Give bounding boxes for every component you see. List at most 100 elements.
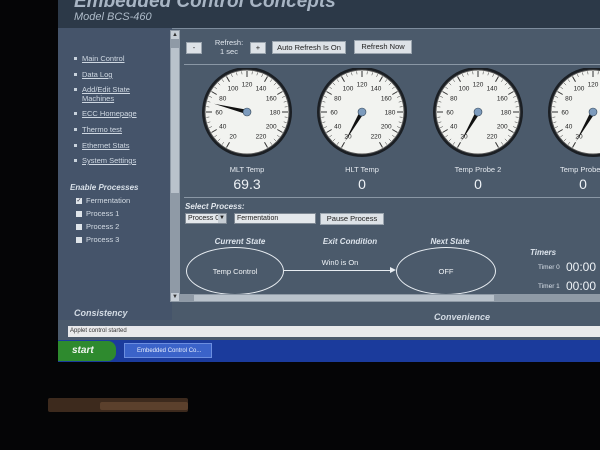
gauge-tick-label: 60 [561,110,569,117]
process-3[interactable]: Process 3 [76,235,119,244]
status-bar: Applet control started [68,326,600,337]
main-panel: - Refresh: 1 sec + Auto Refresh Is On Re… [180,30,600,302]
next-state-value: OFF [438,266,454,276]
refresh-decrease-button[interactable]: - [186,42,202,54]
gauge-tick-label: 160 [381,96,392,103]
gauge-hub [242,107,252,117]
process-select[interactable]: Process 0 ▼ [185,213,227,224]
gauge-tick-label: 220 [371,134,382,141]
separator [184,197,600,198]
gauge-label-probe2: Temp Probe 2 [454,165,502,174]
scrollbar-thumb[interactable] [194,295,494,301]
transition-arrow [284,270,394,271]
timer-0-value: 00:00 [566,260,597,274]
process-select-value: Process 0 [188,215,220,222]
gauge-tick-label: 180 [270,110,281,117]
process-label: Fermentation [86,196,131,205]
next-state-node: OFF [396,247,496,295]
gauge-value-probe2: 0 [474,176,482,192]
pause-process-button[interactable]: Pause Process [320,213,384,225]
gauge-tick-label: 180 [385,110,396,117]
nav-data-log[interactable]: Data Log [73,70,112,79]
nav-ecc-homepage[interactable]: ECC Homepage [74,109,137,118]
refresh-increase-button[interactable]: + [250,42,266,54]
gauge-value-hlt: 0 [358,176,366,192]
checkbox-icon[interactable] [76,211,82,218]
horizontal-scrollbar[interactable] [180,294,600,302]
nav-system-settings[interactable]: System Settings [73,156,136,165]
gauge-hub [357,107,367,117]
gauge-3: 20406080100120140160180200220 [548,68,600,157]
monitor-bezel-accent [100,402,188,410]
taskbar-item-browser[interactable]: Embedded Control Co... [124,343,212,358]
enable-processes-title: Enable Processes [70,183,139,192]
gauge-tick-label: 60 [330,110,338,117]
current-state-header: Current State [214,237,266,246]
gauge-tick-label: 60 [446,110,454,117]
process-1[interactable]: Process 1 [76,209,119,218]
gauge-tick-label: 80 [450,96,458,103]
process-2[interactable]: Process 2 [76,222,119,231]
refresh-rate: Refresh: 1 sec [208,38,250,56]
nav-ethernet-stats[interactable]: Ethernet Stats [74,141,130,150]
gauge-tick-label: 180 [501,110,512,117]
gauge-tick-label: 200 [381,124,392,131]
separator [184,64,600,65]
checkbox-checked-icon[interactable]: ✓ [76,198,82,205]
timers-title: Timers [530,248,557,257]
gauge-tick-label: 200 [266,124,277,131]
gauge-tick-label: 100 [343,85,354,92]
gauge-hub [588,107,598,117]
gauge-tick-label: 80 [565,96,573,103]
refresh-now-button[interactable]: Refresh Now [354,40,412,54]
gauge-0: 2040 60 80100120140 160 180 200 220 [202,68,292,157]
gauge-label-mlt: MLT Temp [229,165,265,174]
scroll-up-icon[interactable]: ▲ [171,31,179,39]
gauge-value-mlt: 69.3 [233,176,261,192]
gauge-label-hlt: HLT Temp [345,165,379,174]
vertical-scrollbar[interactable]: ▲ ▼ [170,30,180,302]
timer-1-value: 00:00 [566,279,597,293]
gauge-tick-label: 20 [460,134,468,141]
gauge-tick-label: 20 [344,134,352,141]
process-fermentation[interactable]: ✓ Fermentation [76,196,130,205]
process-name-field[interactable]: Fermentation [234,213,316,224]
timer-1-label: Timer 1 [538,283,560,290]
scroll-down-icon[interactable]: ▼ [171,293,179,301]
select-process-title: Select Process: [185,202,245,211]
gauge-tick-label: 200 [497,124,508,131]
gauge-tick-label: 100 [459,85,470,92]
gauge-tick-label: 40 [450,124,458,131]
gauge-tick-label: 40 [334,124,342,131]
nav-state-machines[interactable]: Add/Edit State Machines [74,85,144,103]
process-label: Process 3 [86,235,120,244]
gauge-tick-label: 160 [266,96,277,103]
current-state-value: Temp Control [212,266,258,276]
gauge-tick-label: 80 [334,96,342,103]
sidebar: Main Control Data Log Add/Edit State Mac… [58,28,172,320]
current-state-node: Temp Control [186,247,284,295]
scrollbar-thumb[interactable] [171,48,179,193]
process-label: Process 2 [86,222,120,231]
gauge-value-probe3: 0 [579,176,587,192]
gauge-tick-label: 60 [215,110,223,117]
gauge-1: 2040 60 80100120140 160 180 200 220 [317,68,407,157]
refresh-value: 1 sec [220,47,238,56]
app-screen: Embedded Control Concepts Model BCS-460 … [58,0,600,362]
gauge-tick-label: 20 [229,134,237,141]
nav-main-control[interactable]: Main Control [74,54,125,63]
gauge-tick-label: 220 [487,134,498,141]
gauge-tick-label: 80 [219,96,227,103]
checkbox-icon[interactable] [76,224,82,231]
convenience-label: Convenience [434,312,491,322]
taskbar: start Embedded Control Co... [58,340,600,362]
gauge-label-probe3: Temp Probe 3 [560,165,600,174]
auto-refresh-button[interactable]: Auto Refresh Is On [272,41,346,54]
checkbox-icon[interactable] [76,237,82,244]
gauge-tick-label: 120 [357,82,368,89]
process-label: Process 1 [86,209,120,218]
nav-thermo-test[interactable]: Thermo test [73,125,122,134]
start-button[interactable]: start [58,341,116,361]
gauge-tick-label: 220 [256,134,267,141]
chevron-down-icon[interactable]: ▼ [218,214,226,223]
